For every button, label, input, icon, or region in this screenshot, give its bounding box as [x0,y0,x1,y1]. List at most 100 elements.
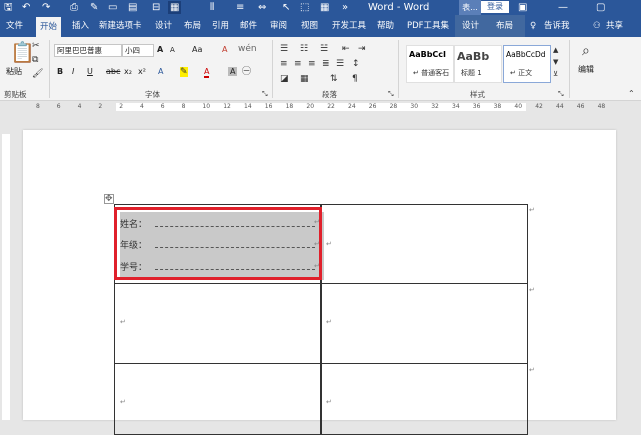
new-doc-icon[interactable]: ▭ [108,1,117,14]
font-group-label: 字体 [145,90,160,99]
table-cell[interactable] [320,204,528,284]
ruler-tick-label: 10 [202,103,211,110]
tab-view[interactable]: 视图 [301,19,318,33]
tab-design[interactable]: 设计 [155,19,172,33]
strikethrough-button[interactable]: abc [106,67,120,76]
char-shading-button[interactable]: A [228,67,238,76]
subscript-button[interactable]: x₂ [124,67,132,76]
share-button[interactable]: 共享 [606,19,623,33]
paragraph-dialog-launcher-icon[interactable]: ⤡ [388,89,394,99]
cell-end-mark: ↵ [326,240,332,248]
styles-dialog-launcher-icon[interactable]: ⤡ [558,89,564,99]
tab-pdf-tools[interactable]: PDF工具集 [407,19,449,33]
font-size-select[interactable]: 小四 [122,44,154,57]
save-icon[interactable]: 🖫 [4,1,13,14]
bold-button[interactable]: B [57,67,63,76]
search-icon[interactable]: ⌕ [582,43,590,59]
borders-icon[interactable]: ▦ [300,74,309,84]
tab-help[interactable]: 帮助 [377,19,394,33]
justify-icon[interactable]: ≣ [322,59,330,69]
tab-home[interactable]: 开始 [36,17,62,37]
copy-icon[interactable]: ⧉ [32,55,38,65]
styles-scroll-down-icon[interactable]: ▼ [553,57,558,67]
table-icon[interactable]: ▦ [320,1,329,14]
underline-button[interactable]: U [87,67,93,76]
tab-new[interactable]: 新建选项卡 [99,19,142,33]
align-left-icon[interactable]: ≡ [280,59,288,69]
align-center-icon[interactable]: ≡ [294,59,302,69]
tell-me-search[interactable]: 告诉我 [544,19,570,33]
table-cell[interactable] [320,283,528,364]
phonetic-icon[interactable]: wén [238,44,257,54]
superscript-button[interactable]: x² [138,67,146,76]
paste-button[interactable]: 粘贴 [6,66,22,77]
columns-icon[interactable]: ⫴ [210,1,214,14]
editing-button[interactable]: 编辑 [578,64,594,75]
increase-indent-icon[interactable]: ⇥ [358,44,366,54]
vertical-ruler[interactable] [0,116,12,420]
cut-icon[interactable]: ✂ [32,41,40,51]
change-case-button[interactable]: Aa [192,45,202,54]
sort-icon[interactable]: ⇅ [330,74,338,84]
shading-icon[interactable]: ◪ [280,74,289,84]
redo-icon[interactable]: ↷ [42,1,50,14]
tab-table-design[interactable]: 设计 [462,19,479,33]
save-as-icon[interactable]: ⊟ [152,1,160,14]
clear-format-button[interactable]: A [222,45,227,54]
format-painter-button-icon[interactable]: 🖌 [32,69,43,79]
tab-references[interactable]: 引用 [212,19,229,33]
style-normal[interactable]: AaBbCcI ↵ 普通客石 [406,45,454,83]
table-cell[interactable] [114,363,322,435]
tab-table-layout[interactable]: 布局 [496,19,513,33]
paragraph-icon[interactable]: ≡ [236,1,244,14]
ribbon-display-icon[interactable]: ▣ [518,0,527,15]
bullets-icon[interactable]: ☰ [280,44,288,54]
tab-file[interactable]: 文件 [6,19,23,33]
more-icon[interactable]: » [342,1,348,14]
pointer-icon[interactable]: ↖ [282,1,290,14]
styles-scroll-up-icon[interactable]: ▲ [553,45,558,55]
cell-end-mark: ↵ [120,398,126,406]
show-marks-icon[interactable]: ¶ [352,74,358,84]
tab-insert[interactable]: 插入 [72,19,89,33]
font-name-select[interactable]: 阿里巴巴普惠 [54,44,122,57]
style-body[interactable]: AaBbCcDd ↵ 正文 [503,45,551,83]
collapse-ribbon-icon[interactable]: ⌃ [628,89,635,99]
undo-icon[interactable]: ↶ [22,1,30,14]
table-move-handle-icon[interactable]: ✥ [104,194,114,204]
grow-font-button[interactable]: A [157,45,163,54]
print-preview-icon[interactable]: ⎙ [70,1,78,14]
margin-icon[interactable]: ⇔ [258,1,266,14]
italic-button[interactable]: I [72,67,74,76]
enclose-char-icon[interactable]: ㊀ [242,67,251,77]
format-painter-icon[interactable]: ✎ [90,1,98,14]
maximize-icon[interactable]: ▢ [596,0,605,15]
font-color-button[interactable]: A [204,67,210,78]
horizontal-ruler[interactable]: 8 6 4 2 2 4 6 8 10 12 14 16 18 20 22 24 26 28 30 32 34 36 38 40… [0,101,641,113]
distributed-icon[interactable]: ☰ [336,59,344,69]
styles-more-icon[interactable]: ⊻ [553,69,558,79]
tab-review[interactable]: 审阅 [270,19,287,33]
font-dialog-launcher-icon[interactable]: ⤡ [262,89,268,99]
decrease-indent-icon[interactable]: ⇤ [342,44,350,54]
login-button[interactable]: 登录 [481,1,509,13]
tab-developer[interactable]: 开发工具 [332,19,366,33]
align-right-icon[interactable]: ≡ [308,59,316,69]
ruler-tick-label: 2 [119,103,124,110]
tab-layout[interactable]: 布局 [184,19,201,33]
text-effects-button[interactable]: A [158,67,163,76]
tab-mailings[interactable]: 邮件 [240,19,257,33]
ruler-tick-label: 44 [556,103,564,110]
line-spacing-icon[interactable]: ↕ [352,59,360,69]
table-cell[interactable] [320,363,528,435]
multilevel-list-icon[interactable]: ☱ [320,44,328,54]
table-cell[interactable] [114,283,322,364]
shrink-font-button[interactable]: A [170,46,175,54]
select-icon[interactable]: ⬚ [300,1,309,14]
open-icon[interactable]: ▤ [128,1,137,14]
minimize-icon[interactable]: — [558,0,568,15]
document-icon[interactable]: ▦ [168,1,182,14]
numbering-icon[interactable]: ☷ [300,44,308,54]
style-heading-1[interactable]: AaBb 标题 1 [454,45,502,83]
highlight-icon[interactable]: ✎ [180,67,188,77]
